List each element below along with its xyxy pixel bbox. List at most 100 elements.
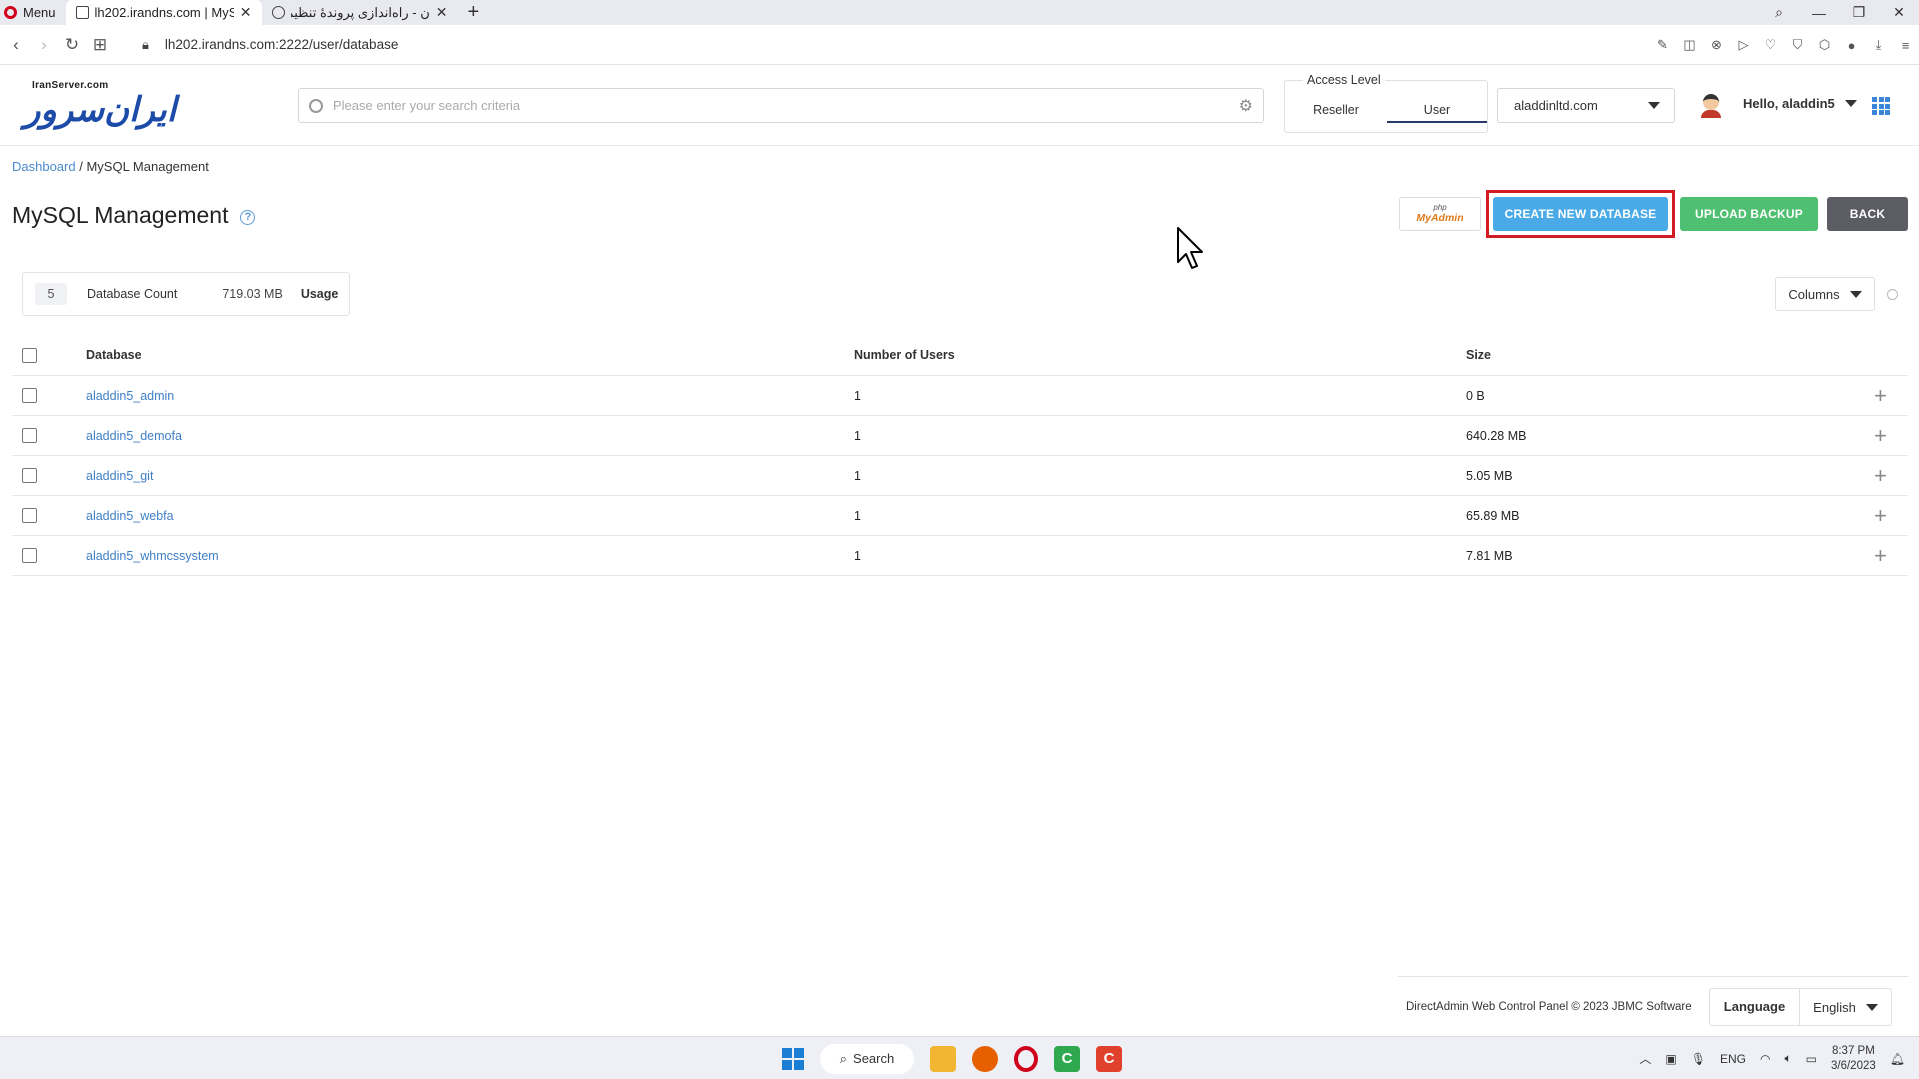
row-checkbox[interactable] [22, 388, 37, 403]
opera-menu-button[interactable]: Menu [0, 0, 66, 25]
input-language[interactable]: ENG [1720, 1052, 1746, 1066]
row-checkbox[interactable] [22, 548, 37, 563]
expand-plus-icon[interactable]: + [1874, 416, 1887, 455]
download-icon[interactable]: ⤓ [1871, 37, 1886, 53]
close-tab-icon[interactable]: ✕ [436, 4, 448, 21]
language-dropdown[interactable]: English [1800, 989, 1891, 1025]
vpn-shield-icon[interactable]: ⛉ [1790, 37, 1805, 53]
user-menu[interactable]: Hello, aladdin5 [1743, 96, 1857, 111]
database-name-link[interactable]: aladdin5_admin [86, 389, 174, 403]
database-size: 640.28 MB [1466, 428, 1527, 443]
gear-icon[interactable]: ⚙ [1239, 96, 1253, 116]
windows-start-icon[interactable] [782, 1047, 804, 1070]
expand-plus-icon[interactable]: + [1874, 456, 1887, 495]
opera-icon[interactable] [1014, 1045, 1038, 1072]
search-input[interactable] [333, 98, 1239, 113]
taskbar-search[interactable]: ⌕ Search [820, 1043, 914, 1074]
row-checkbox[interactable] [22, 468, 37, 483]
refresh-icon[interactable] [1887, 289, 1898, 300]
avatar[interactable] [1701, 94, 1721, 118]
tabs-grid-icon[interactable]: ⊞ [88, 35, 112, 55]
breadcrumb-current: MySQL Management [86, 159, 209, 174]
access-level-reseller[interactable]: Reseller [1286, 97, 1386, 123]
new-tab-button[interactable]: + [458, 0, 490, 25]
database-name-link[interactable]: aladdin5_whmcssystem [86, 549, 219, 563]
battery-icon[interactable]: ▭ [1806, 1052, 1817, 1066]
help-icon[interactable]: ? [240, 210, 256, 225]
row-checkbox[interactable] [22, 428, 37, 443]
access-level-user[interactable]: User [1387, 97, 1487, 123]
cube-icon[interactable]: ⬡ [1817, 37, 1832, 53]
camtasia-recorder-icon[interactable]: C [1096, 1045, 1122, 1072]
user-count: 1 [854, 468, 861, 483]
language-label: Language [1710, 989, 1800, 1025]
column-header-users[interactable]: Number of Users [854, 335, 955, 375]
browser-tab[interactable]: ن‌ - راه‌اندازی پروندهٔ تنظیمات ✕ [262, 0, 458, 25]
chevron-up-icon[interactable]: ︿ [1639, 1050, 1651, 1067]
edit-icon[interactable]: ✎ [1655, 37, 1670, 53]
search-icon [309, 98, 323, 113]
back-button[interactable]: BACK [1827, 197, 1908, 231]
database-name-link[interactable]: aladdin5_git [86, 469, 153, 483]
browser-toolbar: ✎ ◫ ⊗ ▷ ♡ ⛉ ⬡ ● ⤓ ≡ [1655, 25, 1913, 65]
volume-icon[interactable]: 🔈︎ [1784, 1051, 1791, 1066]
close-tab-icon[interactable]: ✕ [240, 4, 252, 21]
domain-select[interactable]: aladdinltd.com [1497, 88, 1675, 123]
send-icon[interactable]: ▷ [1736, 37, 1751, 53]
search-tabs-icon[interactable]: ⌕ [1759, 4, 1799, 21]
browser-tab-bar: Menu lh202.irandns.com | MySQL ✕ ن‌ - را… [0, 0, 1919, 25]
clock-date: 3/6/2023 [1831, 1059, 1876, 1072]
columns-dropdown[interactable]: Columns [1775, 277, 1875, 311]
wifi-icon[interactable]: ◠ [1760, 1052, 1770, 1066]
row-checkbox[interactable] [22, 508, 37, 523]
language-selector[interactable]: Language English [1709, 988, 1892, 1026]
firefox-icon[interactable] [972, 1045, 998, 1072]
adblock-icon[interactable]: ⊗ [1709, 37, 1724, 53]
chevron-down-icon [1844, 100, 1857, 107]
database-name-link[interactable]: aladdin5_demofa [86, 429, 182, 443]
expand-plus-icon[interactable]: + [1874, 536, 1887, 575]
database-count-value: 5 [35, 283, 67, 305]
database-name-link[interactable]: aladdin5_webfa [86, 509, 174, 523]
url-field[interactable]: lh202.irandns.com:2222/user/database [165, 37, 398, 52]
domain-value: aladdinltd.com [1514, 98, 1598, 113]
globe-icon [271, 6, 285, 19]
upload-backup-button[interactable]: UPLOAD BACKUP [1680, 197, 1818, 231]
expand-plus-icon[interactable]: + [1874, 376, 1887, 415]
phpmyadmin-button[interactable]: php MyAdmin [1399, 197, 1481, 231]
camera-icon[interactable]: ◫ [1682, 37, 1697, 53]
page-footer: DirectAdmin Web Control Panel © 2023 JBM… [1398, 976, 1908, 1032]
clock[interactable]: 8:37 PM 3/6/2023 [1831, 1044, 1876, 1074]
breadcrumb-dashboard-link[interactable]: Dashboard [12, 159, 76, 174]
access-level-switch: Access Level Reseller User [1284, 73, 1488, 133]
menu-icon[interactable]: ≡ [1898, 38, 1913, 53]
column-header-database[interactable]: Database [86, 335, 142, 375]
restore-icon[interactable]: ❐ [1839, 4, 1879, 21]
lock-icon[interactable]: 🔒︎ [142, 37, 149, 53]
browser-tab-active[interactable]: lh202.irandns.com | MySQL ✕ [65, 0, 262, 25]
close-window-icon[interactable]: ✕ [1879, 4, 1919, 21]
notification-icon[interactable]: 🔔︎ [1890, 1052, 1905, 1066]
heart-icon[interactable]: ♡ [1763, 37, 1778, 53]
expand-plus-icon[interactable]: + [1874, 496, 1887, 535]
copyright-text: DirectAdmin Web Control Panel © 2023 JBM… [1406, 1001, 1692, 1013]
monitor-icon[interactable]: ▣ [1665, 1052, 1676, 1066]
create-database-highlight: CREATE NEW DATABASE [1486, 190, 1675, 238]
camtasia-icon[interactable]: C [1054, 1045, 1080, 1072]
windows-taskbar: ⌕ Search C C ︿ ▣ 🎙︎ ENG ◠ 🔈︎ ▭ 8:37 PM 3… [0, 1036, 1919, 1079]
microphone-icon[interactable]: 🎙︎ [1691, 1052, 1706, 1066]
back-icon[interactable]: ‹ [4, 35, 28, 55]
apps-grid-icon[interactable] [1872, 97, 1890, 115]
reload-icon[interactable]: ↻ [60, 35, 84, 55]
select-all-checkbox[interactable] [22, 347, 37, 363]
profile-icon[interactable]: ● [1844, 38, 1859, 53]
database-count-label: Database Count [87, 287, 178, 301]
table-row: aladdin5_whmcssystem 1 7.81 MB + [12, 536, 1908, 576]
forward-icon[interactable]: › [32, 35, 56, 55]
file-explorer-icon[interactable] [930, 1045, 956, 1072]
taskbar-search-label: Search [853, 1051, 895, 1066]
create-new-database-button[interactable]: CREATE NEW DATABASE [1493, 197, 1668, 231]
column-header-size[interactable]: Size [1466, 335, 1491, 375]
minimize-icon[interactable]: — [1799, 5, 1839, 21]
iranserver-logo[interactable]: IranServer.com ایران‌سرور [24, 80, 184, 132]
